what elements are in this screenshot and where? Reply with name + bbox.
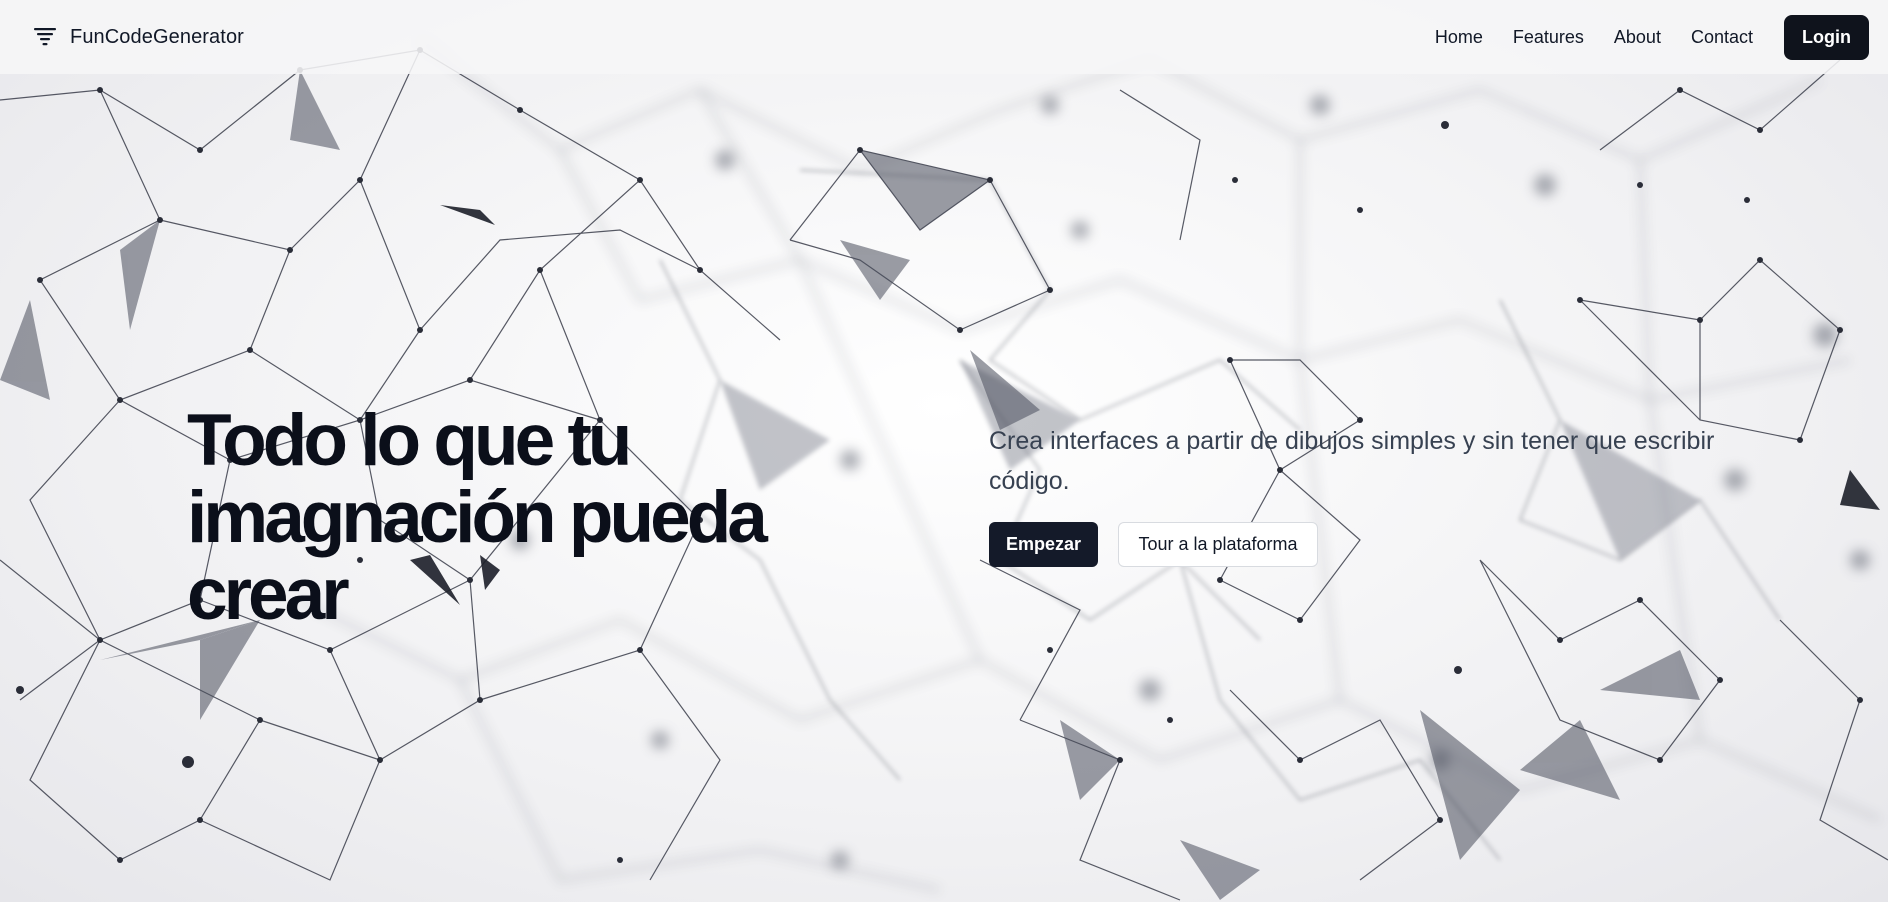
hero-cta-section: Crea interfaces a partir de dibujos simp… bbox=[989, 421, 1749, 567]
main-nav: Home Features About Contact Login bbox=[1435, 14, 1869, 60]
hero-subtitle: Crea interfaces a partir de dibujos simp… bbox=[989, 427, 1715, 495]
nav-about-link[interactable]: About bbox=[1614, 27, 1661, 48]
platform-tour-button[interactable]: Tour a la plataforma bbox=[1118, 522, 1318, 567]
brand-name: FunCodeGenerator bbox=[70, 25, 244, 48]
brand[interactable]: FunCodeGenerator bbox=[32, 24, 244, 50]
get-started-button[interactable]: Empezar bbox=[989, 522, 1098, 567]
hero-title: Todo lo que tu imagnación pueda crear bbox=[187, 400, 768, 635]
landing-page: FunCodeGenerator Home Features About Con… bbox=[0, 0, 1888, 902]
login-button[interactable]: Login bbox=[1784, 14, 1869, 60]
top-navbar: FunCodeGenerator Home Features About Con… bbox=[0, 0, 1888, 74]
nav-features-link[interactable]: Features bbox=[1513, 27, 1584, 48]
nav-home-link[interactable]: Home bbox=[1435, 27, 1483, 48]
nav-contact-link[interactable]: Contact bbox=[1691, 27, 1753, 48]
filter-icon bbox=[34, 28, 56, 46]
hero-actions: Empezar Tour a la plataforma bbox=[989, 522, 1749, 567]
